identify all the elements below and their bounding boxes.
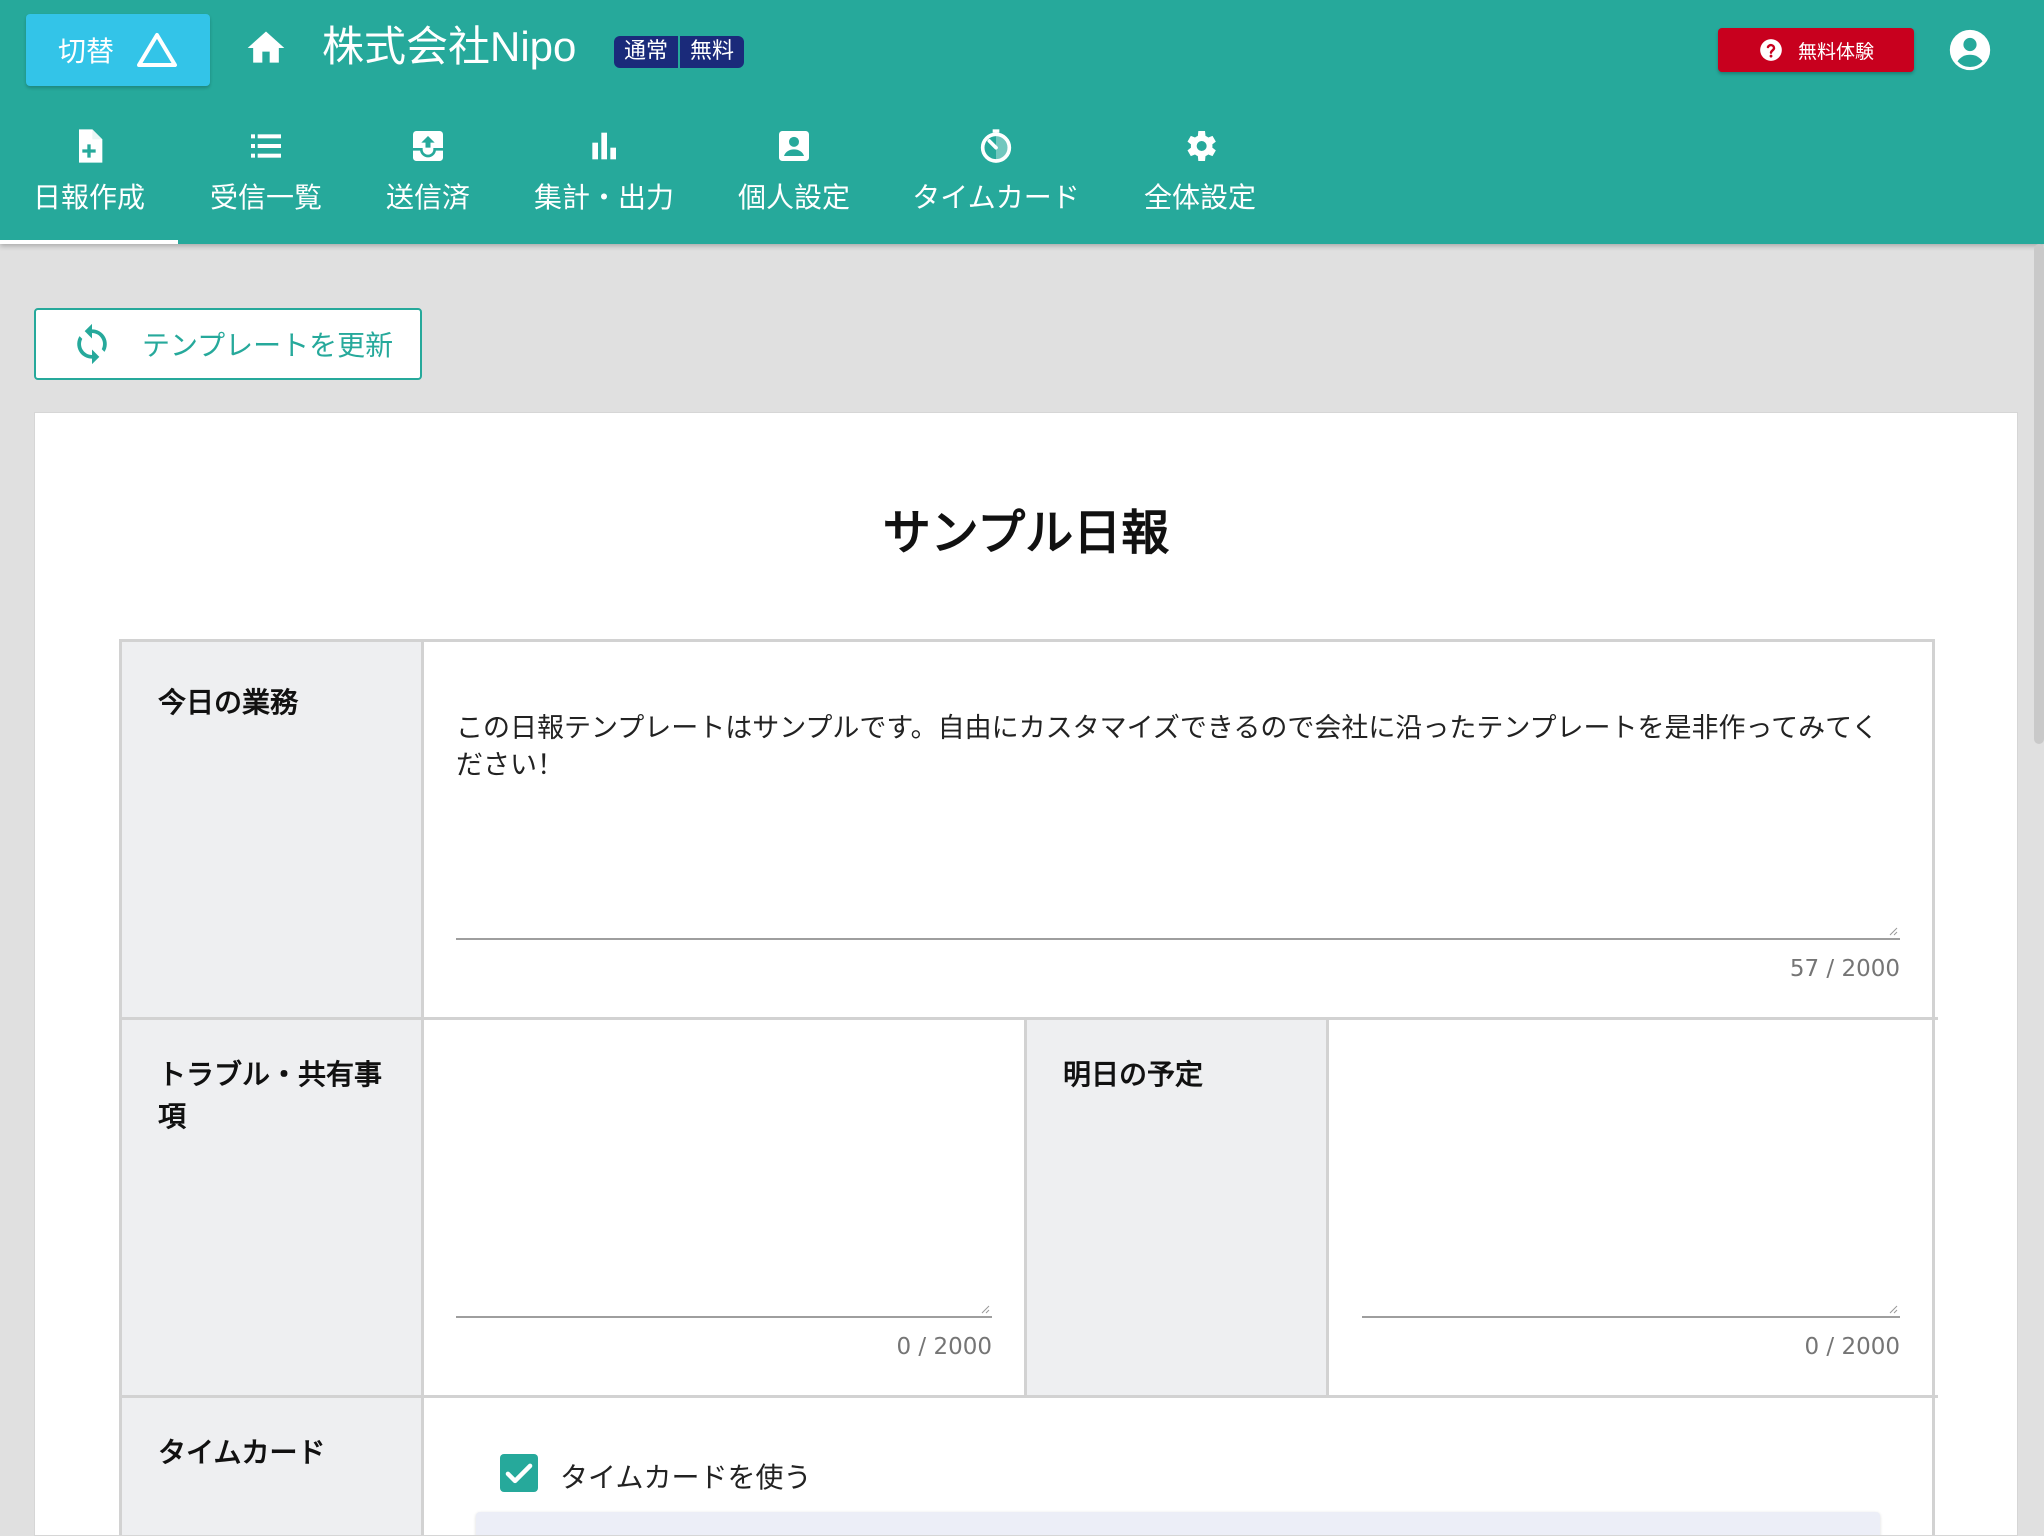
tab-label: 送信済 — [385, 181, 470, 214]
tomorrow-textarea[interactable] — [1362, 1082, 1898, 1302]
switch-button-label: 切替 — [57, 35, 114, 68]
tab-label: 個人設定 — [737, 181, 850, 214]
resize-grip-icon[interactable] — [980, 1304, 990, 1314]
main-tabs: 日報作成 受信一覧 送信済 集計・出力 個人設定 タイムカード 全体設定 — [0, 118, 2044, 244]
field-label-today: 今日の業務 — [158, 686, 299, 719]
switch-button[interactable]: 切替 — [26, 14, 210, 86]
tab-timecard[interactable]: タイムカード — [910, 118, 1082, 244]
tab-summary-export[interactable]: 集計・出力 — [528, 118, 680, 244]
tab-personal-settings[interactable]: 個人設定 — [730, 118, 858, 244]
tab-label: 受信一覧 — [209, 181, 322, 214]
trouble-textarea-underline — [456, 1316, 992, 1318]
free-trial-label: 無料体験 — [1797, 40, 1874, 63]
tab-label: 集計・出力 — [533, 181, 674, 214]
report-card: サンプル日報 今日の業務 この日報テンプレートはサンプルです。自由にカスタマイズ… — [34, 412, 2018, 1536]
timecard-panel — [476, 1512, 1880, 1535]
gear-icon — [1187, 131, 1216, 161]
today-textarea[interactable]: この日報テンプレートはサンプルです。自由にカスタマイズできるので会社に沿ったテン… — [456, 710, 1896, 784]
company-name: 株式会社Nipo — [322, 23, 577, 70]
tab-label: タイムカード — [912, 181, 1080, 214]
report-title: サンプル日報 — [882, 505, 1170, 561]
refresh-template-label: テンプレートを更新 — [142, 329, 394, 362]
plan-badge-type: 通常 — [614, 36, 679, 68]
plan-badges: 通常 無料 — [614, 36, 745, 68]
help-circle-icon — [1760, 39, 1782, 61]
page-scrollbar[interactable] — [2034, 244, 2044, 744]
field-label-timecard: タイムカード — [158, 1436, 326, 1469]
trouble-char-counter: 0 / 2000 — [896, 1334, 992, 1360]
resize-grip-icon[interactable] — [1888, 926, 1898, 936]
refresh-template-button[interactable]: テンプレートを更新 — [34, 308, 422, 380]
tab-label: 日報作成 — [32, 181, 145, 214]
file-plus-icon — [79, 129, 103, 163]
outbox-icon — [413, 131, 443, 161]
tab-global-settings[interactable]: 全体設定 — [1140, 118, 1260, 244]
check-icon — [505, 1463, 533, 1484]
resize-grip-icon[interactable] — [1888, 1304, 1898, 1314]
triangle-icon — [137, 33, 177, 67]
tab-create-report[interactable]: 日報作成 — [0, 118, 178, 244]
account-circle-icon[interactable] — [1948, 28, 1992, 72]
bar-chart-icon — [592, 132, 616, 160]
today-textarea-underline — [456, 938, 1900, 940]
use-timecard-label[interactable]: タイムカードを使う — [560, 1456, 811, 1496]
account-box-icon — [779, 131, 809, 161]
timer-icon — [980, 129, 1012, 163]
home-icon[interactable] — [244, 26, 288, 70]
tab-sent[interactable]: 送信済 — [372, 118, 484, 244]
plan-badge-price: 無料 — [680, 36, 745, 68]
tab-inbox[interactable]: 受信一覧 — [196, 118, 336, 244]
tab-label: 全体設定 — [1143, 181, 1256, 214]
field-label-trouble: トラブル・共有事項 — [158, 1058, 383, 1133]
trouble-textarea[interactable] — [456, 1082, 992, 1302]
today-char-counter: 57 / 2000 — [1789, 956, 1900, 982]
tomorrow-textarea-underline — [1362, 1316, 1900, 1318]
use-timecard-checkbox[interactable] — [500, 1454, 538, 1492]
app-header: 切替 株式会社Nipo 通常 無料 無料体験 日報作成 受信一覧 送信済 集計・… — [0, 0, 2044, 244]
refresh-icon — [77, 323, 107, 365]
report-form: 今日の業務 この日報テンプレートはサンプルです。自由にカスタマイズできるので会社… — [119, 639, 1938, 1535]
free-trial-button[interactable]: 無料体験 — [1718, 28, 1914, 72]
field-label-tomorrow: 明日の予定 — [1063, 1058, 1204, 1091]
list-icon — [251, 134, 281, 158]
top-bar: 切替 株式会社Nipo 通常 無料 無料体験 — [0, 0, 2044, 110]
tomorrow-char-counter: 0 / 2000 — [1804, 1334, 1900, 1360]
